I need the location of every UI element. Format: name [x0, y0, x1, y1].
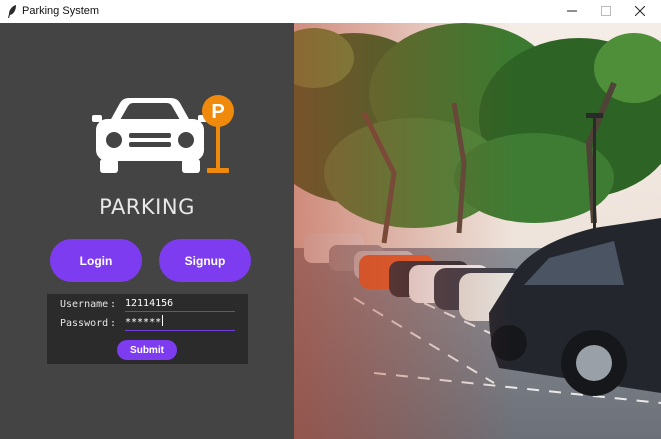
- submit-button[interactable]: Submit: [117, 340, 177, 360]
- signup-button[interactable]: Signup: [159, 239, 251, 282]
- minimize-icon: [567, 10, 577, 12]
- login-panel: P PARKING Login Signup Username : 121141…: [0, 23, 294, 439]
- feather-app-icon: [8, 5, 16, 18]
- window-title: Parking System: [22, 5, 100, 17]
- maximize-icon: [601, 6, 611, 16]
- close-button[interactable]: [623, 0, 657, 23]
- username-field[interactable]: 12114156: [125, 296, 235, 312]
- parking-lot-photo: [294, 23, 661, 439]
- parking-badge-letter: P: [211, 101, 224, 123]
- maximize-button[interactable]: [589, 0, 623, 23]
- password-label: Password: [60, 318, 109, 329]
- window-titlebar: Parking System: [0, 0, 661, 24]
- parking-lot-illustration: [294, 23, 661, 439]
- car-parking-logo-icon: P: [92, 95, 234, 173]
- username-value: 12114156: [125, 298, 174, 309]
- username-label: Username: [60, 299, 109, 310]
- username-colon: :: [110, 299, 117, 310]
- password-value: ******: [125, 317, 162, 328]
- password-field[interactable]: ******: [125, 315, 235, 331]
- minimize-button[interactable]: [555, 0, 589, 23]
- text-caret: [162, 315, 164, 326]
- login-form: Username : 12114156 Password : ****** Su…: [47, 294, 248, 364]
- password-colon: :: [110, 318, 117, 329]
- login-button[interactable]: Login: [50, 239, 142, 282]
- brand-title: PARKING: [99, 195, 195, 219]
- close-icon: [635, 6, 645, 16]
